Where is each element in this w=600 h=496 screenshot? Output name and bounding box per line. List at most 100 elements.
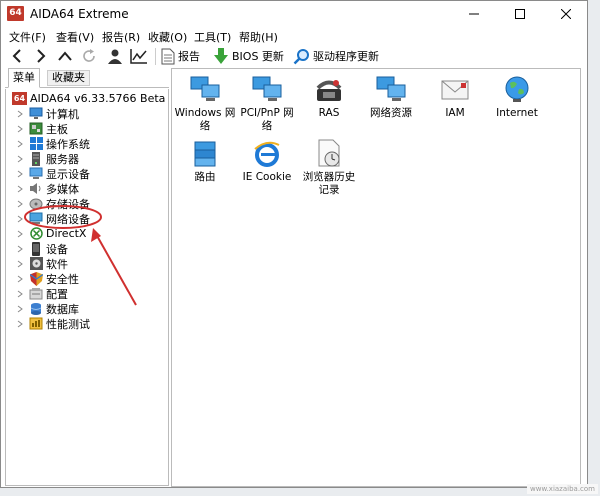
- chevron-right-icon[interactable]: [16, 139, 24, 149]
- benchmark-button[interactable]: [129, 46, 149, 66]
- globe-icon: [501, 75, 533, 105]
- chevron-right-icon[interactable]: [16, 229, 24, 239]
- tree-item-label: 服务器: [46, 152, 79, 166]
- network-icon: [29, 212, 43, 226]
- navigation-tree: 64 AIDA64 v6.33.5766 Beta 计算机 主板 操作系统 服务…: [5, 89, 169, 486]
- user-button[interactable]: [105, 46, 125, 66]
- content-panel: Windows 网络 PCI/PnP 网络 RAS 网络资源 IAM Inter…: [171, 68, 581, 487]
- tree-item-computer[interactable]: 计算机: [16, 106, 79, 121]
- close-button[interactable]: [543, 1, 587, 27]
- tree-item-label: 网络设备: [46, 212, 90, 226]
- chevron-right-icon[interactable]: [16, 274, 24, 284]
- report-label: 报告: [178, 50, 200, 63]
- watermark: www.xiazaiba.com: [527, 484, 598, 494]
- tree-item-network[interactable]: 网络设备: [16, 211, 90, 226]
- network-computers-icon: [189, 75, 221, 105]
- content-item-label: Windows 网络: [174, 107, 236, 132]
- minimize-button[interactable]: [451, 1, 497, 27]
- menu-file[interactable]: 文件(F): [9, 29, 46, 45]
- window-title: AIDA64 Extreme: [30, 7, 129, 21]
- content-item-label: 浏览器历史记录: [302, 171, 356, 196]
- routing-icon: [189, 139, 221, 169]
- tree-item-display[interactable]: 显示设备: [16, 166, 90, 181]
- chevron-right-icon[interactable]: [16, 319, 24, 329]
- tree-item-label: 主板: [46, 122, 68, 136]
- tree-item-label: 计算机: [46, 107, 79, 121]
- internet-explorer-icon: [251, 139, 283, 169]
- content-item-pci-pnp-network[interactable]: PCI/PnP 网络: [236, 75, 298, 133]
- chevron-right-icon[interactable]: [16, 169, 24, 179]
- menu-help[interactable]: 帮助(H): [239, 29, 278, 45]
- back-button[interactable]: [7, 46, 27, 66]
- maximize-icon: [515, 9, 525, 19]
- content-item-browser-history[interactable]: 浏览器历史记录: [298, 139, 360, 197]
- content-item-internet[interactable]: Internet: [486, 75, 548, 120]
- chevron-right-icon[interactable]: [16, 304, 24, 314]
- tree-item-label: DirectX: [46, 227, 87, 240]
- menu-favorites[interactable]: 收藏(O): [148, 29, 187, 45]
- benchmark-icon: [29, 317, 43, 331]
- chevron-right-icon[interactable]: [16, 184, 24, 194]
- tree-item-multimedia[interactable]: 多媒体: [16, 181, 79, 196]
- tree-root-label: AIDA64 v6.33.5766 Beta: [30, 92, 166, 105]
- minimize-icon: [469, 13, 479, 15]
- xbox-icon: [29, 227, 43, 241]
- bios-update-button[interactable]: BIOS 更新: [213, 46, 284, 66]
- report-icon: [161, 48, 175, 64]
- refresh-button[interactable]: [79, 46, 99, 66]
- content-item-network-resources[interactable]: 网络资源: [360, 75, 422, 120]
- software-disc-icon: [29, 257, 43, 271]
- chevron-right-icon[interactable]: [16, 154, 24, 164]
- tree-root[interactable]: 64 AIDA64 v6.33.5766 Beta: [12, 92, 165, 105]
- chevron-right-icon[interactable]: [16, 244, 24, 254]
- forward-icon: [37, 49, 46, 63]
- tree-item-benchmark[interactable]: 性能测试: [16, 316, 90, 331]
- tab-favorites[interactable]: 收藏夹: [47, 70, 90, 86]
- up-button[interactable]: [55, 46, 75, 66]
- tree-item-security[interactable]: 安全性: [16, 271, 79, 286]
- windows-logo-icon: [29, 137, 43, 151]
- content-item-label: PCI/PnP 网络: [240, 107, 294, 132]
- content-item-label: 路由: [194, 171, 216, 183]
- content-item-label: 网络资源: [370, 107, 412, 119]
- tree-item-label: 配置: [46, 287, 68, 301]
- content-item-label: IAM: [445, 107, 465, 119]
- maximize-button[interactable]: [497, 1, 543, 27]
- content-item-routing[interactable]: 路由: [174, 139, 236, 184]
- tree-item-config[interactable]: 配置: [16, 286, 68, 301]
- phone-modem-icon: [313, 75, 345, 105]
- download-arrow-icon: [214, 48, 228, 64]
- menu-tools[interactable]: 工具(T): [194, 29, 231, 45]
- tree-item-devices[interactable]: 设备: [16, 241, 68, 256]
- tree-item-os[interactable]: 操作系统: [16, 136, 90, 151]
- chevron-right-icon[interactable]: [16, 214, 24, 224]
- tree-item-directx[interactable]: DirectX: [16, 226, 86, 241]
- tree-item-database[interactable]: 数据库: [16, 301, 79, 316]
- driver-update-label: 驱动程序更新: [313, 50, 379, 63]
- tree-item-motherboard[interactable]: 主板: [16, 121, 68, 136]
- tree-item-label: 显示设备: [46, 167, 90, 181]
- chevron-right-icon[interactable]: [16, 109, 24, 119]
- content-item-windows-network[interactable]: Windows 网络: [174, 75, 236, 133]
- tab-menu[interactable]: 菜单: [8, 68, 40, 88]
- report-button[interactable]: 报告: [161, 46, 200, 66]
- close-icon: [561, 9, 571, 19]
- content-item-ie-cookie[interactable]: IE Cookie: [236, 139, 298, 184]
- chevron-right-icon[interactable]: [16, 199, 24, 209]
- content-item-ras[interactable]: RAS: [298, 75, 360, 120]
- chevron-right-icon[interactable]: [16, 124, 24, 134]
- refresh-icon: [83, 49, 95, 62]
- left-panel: 菜单 收藏夹 64 AIDA64 v6.33.5766 Beta 计算机 主板: [5, 68, 169, 487]
- driver-update-button[interactable]: 驱动程序更新: [293, 46, 379, 66]
- forward-button[interactable]: [31, 46, 51, 66]
- motherboard-icon: [29, 122, 43, 136]
- tree-item-storage[interactable]: 存储设备: [16, 196, 90, 211]
- tree-item-software[interactable]: 软件: [16, 256, 68, 271]
- tree-item-server[interactable]: 服务器: [16, 151, 79, 166]
- menu-view[interactable]: 查看(V): [56, 29, 94, 45]
- chevron-right-icon[interactable]: [16, 289, 24, 299]
- up-icon: [58, 51, 72, 61]
- content-item-iam[interactable]: IAM: [424, 75, 486, 120]
- menu-report[interactable]: 报告(R): [102, 29, 140, 45]
- chevron-right-icon[interactable]: [16, 259, 24, 269]
